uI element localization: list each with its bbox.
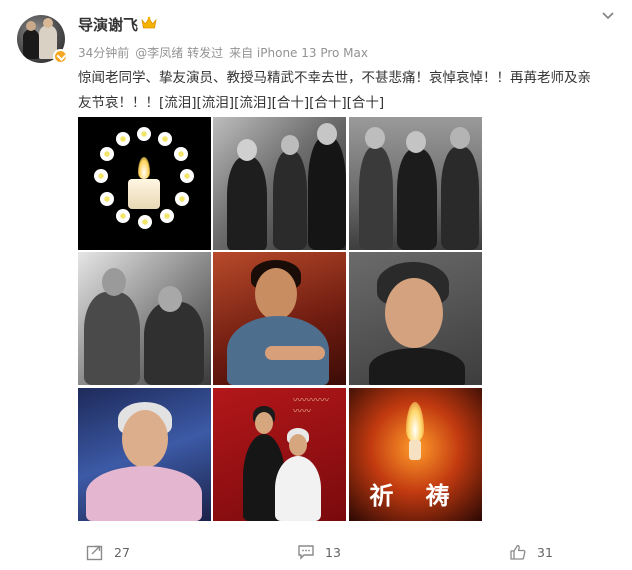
- image-portrait-older[interactable]: [349, 252, 482, 385]
- image-candle-wreath[interactable]: [78, 117, 211, 250]
- thumb-up-icon: [510, 544, 526, 560]
- image-film-still-2[interactable]: [349, 117, 482, 250]
- chevron-down-icon[interactable]: [600, 8, 616, 24]
- verified-badge-icon: [53, 49, 68, 64]
- crown-icon: [141, 16, 157, 29]
- image-portrait-elder[interactable]: [78, 388, 211, 521]
- author-name[interactable]: 导演谢飞: [78, 14, 138, 35]
- like-button[interactable]: 31: [509, 542, 553, 562]
- repost-button[interactable]: 27: [86, 542, 130, 562]
- post-time[interactable]: 34分钟前: [78, 46, 129, 60]
- post-meta: 34分钟前 @李凤绪 转发过 来自 iPhone 13 Pro Max: [78, 44, 374, 61]
- post-source: 来自 iPhone 13 Pro Max: [229, 46, 368, 60]
- comment-button[interactable]: 13: [297, 542, 341, 562]
- weibo-post-card: 导演谢飞 34分钟前 @李凤绪 转发过 来自 iPhone 13 Pro Max 惊…: [0, 0, 632, 570]
- image-film-still-1[interactable]: [213, 117, 346, 250]
- repost-icon: [86, 545, 103, 561]
- image-grid: 〰〰〰〰〰〰 祈 祷: [78, 117, 482, 521]
- post-text-line2: 友节哀！！！[流泪][流泪][流泪][合十][合十][合十]: [78, 95, 385, 111]
- like-count: 31: [537, 544, 553, 560]
- image-prayer-candle[interactable]: 祈 祷: [349, 388, 482, 521]
- image-portrait-young[interactable]: [213, 252, 346, 385]
- post-text: 惊闻老同学、挚友演员、教授马精武不幸去世，不甚悲痛！哀悼哀悼！！再苒老师及亲 友…: [78, 66, 613, 116]
- comment-icon: [298, 545, 314, 560]
- image-film-still-3[interactable]: [78, 252, 211, 385]
- repost-count: 27: [114, 544, 130, 560]
- action-bar: 27 13 31: [0, 530, 632, 570]
- image-caption-pray: 祈 祷: [369, 481, 462, 510]
- comment-count: 13: [325, 544, 341, 560]
- post-text-line1: 惊闻老同学、挚友演员、教授马精武不幸去世，不甚悲痛！哀悼哀悼！！再苒老师及亲: [78, 70, 591, 86]
- image-couple-photo[interactable]: 〰〰〰〰〰〰: [213, 388, 346, 521]
- repost-from[interactable]: @李凤绪 转发过: [135, 46, 223, 60]
